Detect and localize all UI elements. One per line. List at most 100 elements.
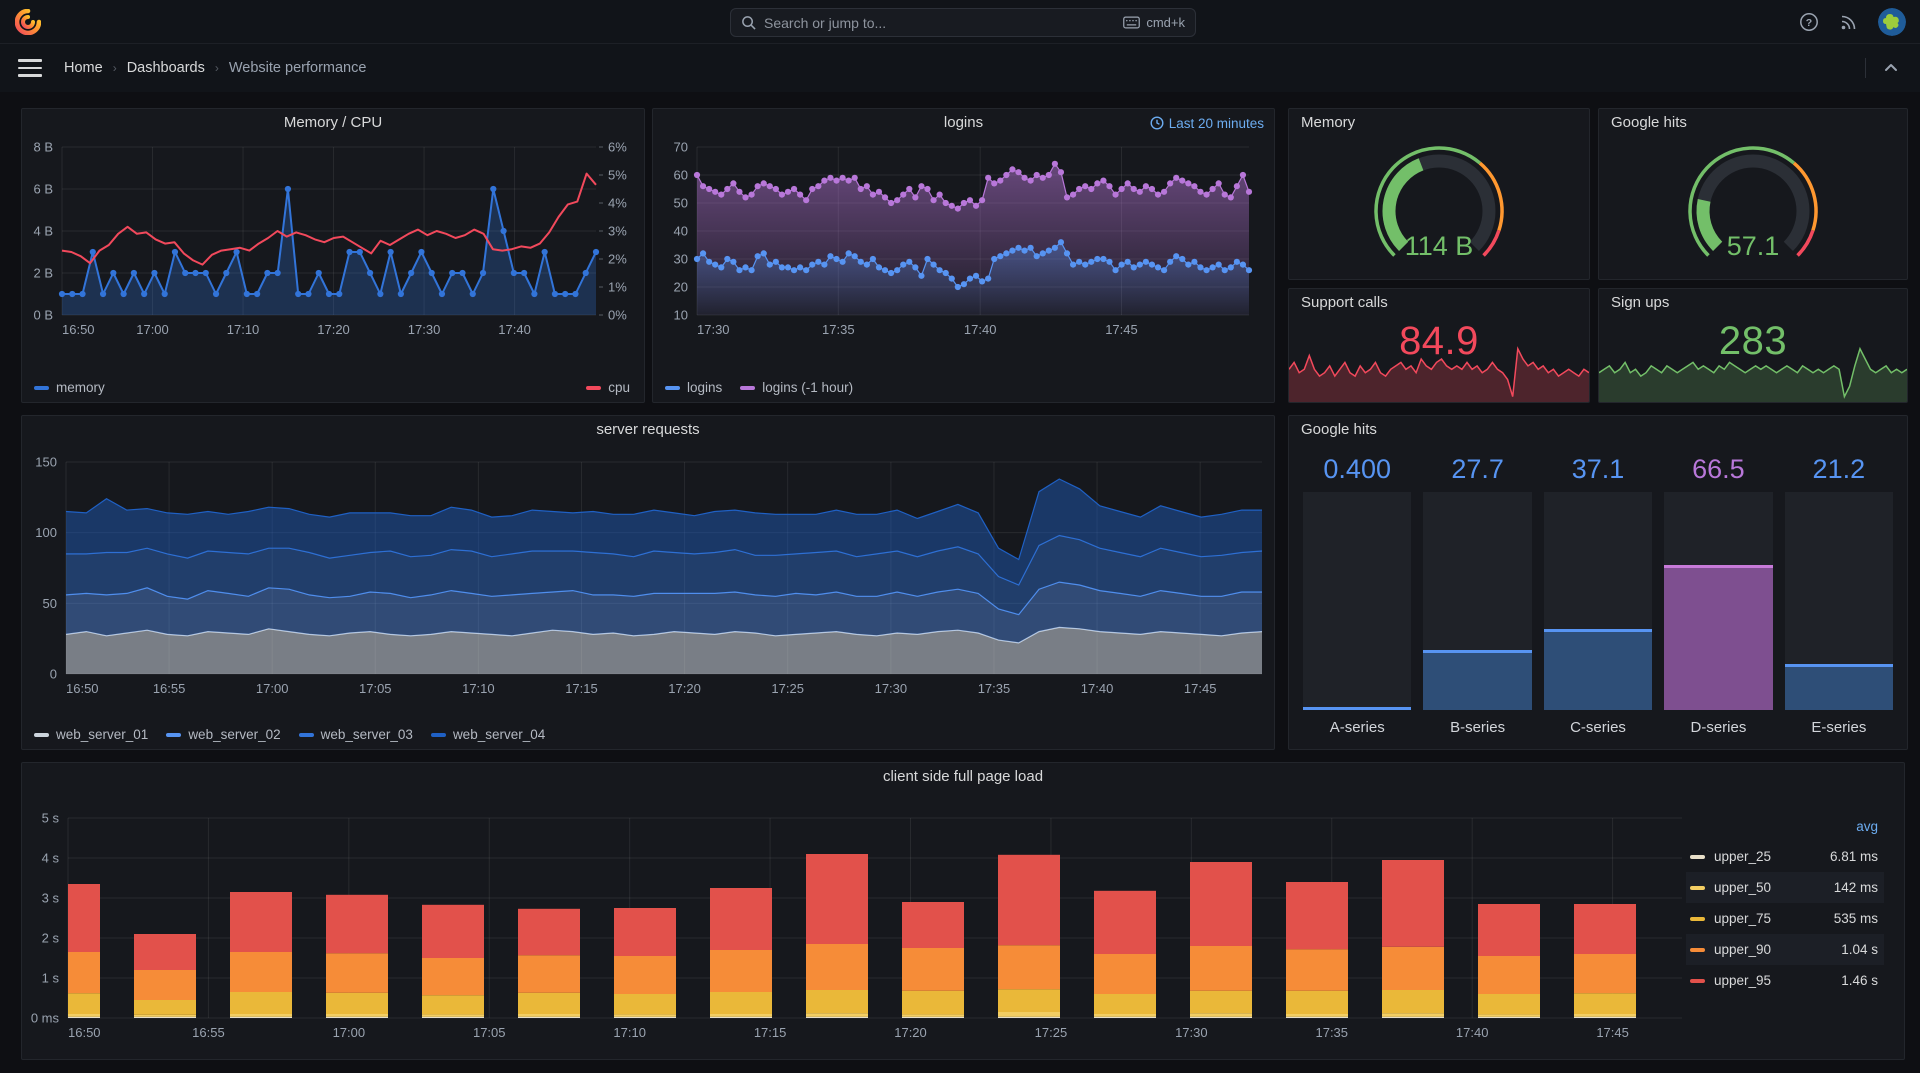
bar-track — [1664, 492, 1773, 710]
bar-label: C-series — [1570, 719, 1626, 736]
bar-gauge-column: 66.5 D-series — [1664, 454, 1773, 744]
bar-gauge-column: 27.7 B-series — [1423, 454, 1532, 744]
search-icon — [742, 16, 756, 30]
bar-value: 0.400 — [1323, 454, 1391, 484]
legend-label[interactable]: upper_95 — [1714, 973, 1841, 988]
svg-text:30: 30 — [674, 252, 688, 267]
svg-text:17:35: 17:35 — [1315, 1025, 1348, 1040]
svg-text:16:50: 16:50 — [66, 681, 99, 696]
svg-text:4 s: 4 s — [42, 851, 60, 866]
svg-text:17:40: 17:40 — [498, 322, 531, 337]
breadcrumb-dashboards[interactable]: Dashboards — [127, 60, 205, 76]
svg-text:2%: 2% — [608, 252, 627, 267]
search-input[interactable] — [764, 14, 1124, 31]
svg-text:17:10: 17:10 — [462, 681, 495, 696]
svg-text:16:55: 16:55 — [192, 1025, 225, 1040]
legend-label[interactable]: upper_50 — [1714, 880, 1834, 895]
legend-chip — [430, 732, 446, 737]
svg-text:17:45: 17:45 — [1596, 1025, 1629, 1040]
legend-item[interactable]: logins (-1 hour) — [740, 380, 853, 395]
svg-text:0: 0 — [50, 667, 57, 682]
bar-value: 66.5 — [1692, 454, 1745, 484]
panel-memory-cpu: Memory / CPU 0 B 2 B 4 B 6 B 8 B 0% 1% 2% 3% 4% 5%… — [21, 108, 645, 403]
panel-google-hits-bars: Google hits 0.400 A-series 27.7 B-series 37.… — [1288, 415, 1908, 750]
panel-title[interactable]: Sign ups — [1599, 289, 1907, 317]
svg-text:6%: 6% — [608, 140, 627, 155]
user-avatar[interactable] — [1878, 8, 1906, 36]
menu-toggle-icon[interactable] — [18, 59, 42, 77]
svg-text:2 s: 2 s — [42, 931, 60, 946]
bar-label: E-series — [1811, 719, 1867, 736]
legend-chip — [1690, 978, 1705, 983]
svg-text:2 B: 2 B — [33, 266, 53, 281]
memory-cpu-chart: 0 B 2 B 4 B 6 B 8 B 0% 1% 2% 3% 4% 5% 6% 16:50 17:00 1… — [33, 140, 627, 338]
bar-value: 21.2 — [1812, 454, 1866, 484]
legend-row: upper_25 6.81 ms — [1686, 841, 1884, 872]
legend-avg-header[interactable]: avg — [1686, 819, 1884, 841]
panel-title[interactable]: Memory — [1289, 109, 1589, 137]
legend-item[interactable]: memory — [34, 380, 105, 395]
svg-text:17:30: 17:30 — [697, 322, 730, 337]
breadcrumb-home[interactable]: Home — [64, 60, 103, 76]
time-range-link[interactable]: Last 20 minutes — [1150, 109, 1264, 137]
svg-text:17:20: 17:20 — [894, 1025, 927, 1040]
svg-text:17:30: 17:30 — [875, 681, 908, 696]
svg-text:17:20: 17:20 — [668, 681, 701, 696]
svg-text:17:35: 17:35 — [822, 322, 855, 337]
svg-text:17:45: 17:45 — [1184, 681, 1217, 696]
top-nav: cmd+k ? — [0, 0, 1920, 44]
news-rss-icon[interactable] — [1838, 11, 1860, 33]
legend-avg-value: 6.81 ms — [1829, 849, 1878, 864]
panel-title[interactable]: Google hits — [1599, 109, 1907, 137]
legend-label[interactable]: upper_90 — [1714, 942, 1841, 957]
bar-value: 27.7 — [1451, 454, 1504, 484]
panel-support-calls: Support calls 84.9 — [1288, 288, 1590, 403]
bar-gauge-column: 0.400 A-series — [1303, 454, 1412, 744]
panel-title[interactable]: client side full page load — [22, 763, 1904, 791]
panel-server-requests: server requests 0 50 100 150 16:50 16:55 17:00… — [21, 415, 1275, 750]
bar-label: A-series — [1329, 719, 1385, 736]
bar-track — [1423, 492, 1532, 710]
legend-label: logins (-1 hour) — [762, 380, 854, 395]
legend-label: web_server_04 — [452, 727, 546, 742]
svg-text:?: ? — [1806, 17, 1812, 29]
svg-text:70: 70 — [674, 140, 688, 155]
legend-chip — [1690, 916, 1705, 921]
panel-title[interactable]: Google hits — [1289, 416, 1907, 444]
grafana-dashboard: cmd+k ? Home › Dashboards › Website perf… — [0, 0, 1920, 1073]
global-search: cmd+k — [730, 8, 1196, 37]
legend-label[interactable]: upper_25 — [1714, 849, 1830, 864]
svg-text:0%: 0% — [608, 308, 627, 323]
svg-text:40: 40 — [674, 224, 688, 239]
legend-item[interactable]: logins — [665, 380, 722, 395]
panel-title[interactable]: Memory / CPU — [22, 109, 644, 137]
search-shortcut: cmd+k — [1123, 15, 1185, 30]
chevron-up-icon[interactable] — [1880, 57, 1902, 79]
legend-label: web_server_02 — [188, 727, 281, 742]
chevron-right-icon: › — [214, 61, 219, 75]
svg-text:17:40: 17:40 — [964, 322, 997, 337]
panel-title[interactable]: Support calls — [1289, 289, 1589, 317]
legend-item[interactable]: web_server_01 — [34, 727, 148, 742]
svg-text:16:50: 16:50 — [68, 1025, 101, 1040]
grafana-logo-icon[interactable] — [15, 9, 41, 35]
svg-text:17:30: 17:30 — [1175, 1025, 1208, 1040]
svg-text:17:00: 17:00 — [333, 1025, 366, 1040]
svg-text:17:20: 17:20 — [317, 322, 350, 337]
bar-label: D-series — [1690, 719, 1747, 736]
svg-text:17:05: 17:05 — [473, 1025, 506, 1040]
breadcrumb-current: Website performance — [228, 60, 367, 76]
legend-item[interactable]: cpu — [586, 380, 630, 395]
help-icon[interactable]: ? — [1798, 11, 1820, 33]
legend-item[interactable]: web_server_02 — [166, 727, 281, 742]
memory-gauge: 114 B — [1374, 146, 1504, 261]
svg-text:20: 20 — [674, 280, 688, 295]
legend-item[interactable]: web_server_03 — [298, 727, 413, 742]
legend-avg-value: 1.46 s — [1841, 973, 1878, 988]
stat-value: 283 — [1718, 319, 1788, 363]
svg-text:17:15: 17:15 — [565, 681, 598, 696]
legend-label[interactable]: upper_75 — [1714, 911, 1834, 926]
svg-text:17:25: 17:25 — [771, 681, 804, 696]
panel-title[interactable]: server requests — [22, 416, 1274, 444]
legend-item[interactable]: web_server_04 — [430, 727, 546, 742]
